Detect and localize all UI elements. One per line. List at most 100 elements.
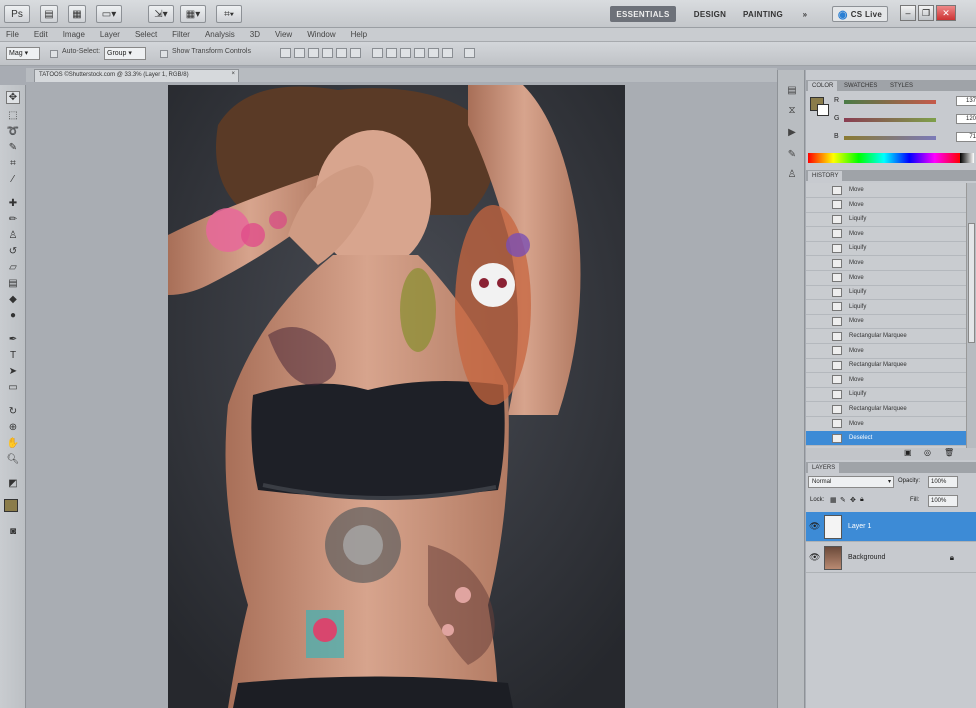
menu-layer[interactable]: Layer bbox=[100, 30, 120, 39]
default-colors-icon[interactable]: ◩ bbox=[6, 477, 20, 490]
pen-tool-icon[interactable]: ✒ bbox=[6, 333, 20, 346]
history-state[interactable]: Deselect bbox=[806, 431, 966, 447]
menu-help[interactable]: Help bbox=[351, 30, 367, 39]
align-hcenter-icon[interactable] bbox=[336, 48, 347, 58]
canvas-area[interactable] bbox=[27, 83, 777, 708]
clone-stamp-tool-icon[interactable]: ♙ bbox=[6, 229, 20, 242]
workspace-essentials[interactable]: ESSENTIALS bbox=[610, 6, 676, 22]
color-panel-background-swatch[interactable] bbox=[817, 104, 829, 116]
shape-tool-icon[interactable]: ▭ bbox=[6, 381, 20, 394]
show-transform-checkbox[interactable] bbox=[160, 50, 168, 58]
distribute-hcenter-icon[interactable] bbox=[428, 48, 439, 58]
menu-edit[interactable]: Edit bbox=[34, 30, 48, 39]
tab-color[interactable]: COLOR bbox=[808, 81, 838, 91]
align-right-icon[interactable] bbox=[350, 48, 361, 58]
align-top-icon[interactable] bbox=[280, 48, 291, 58]
menu-3d[interactable]: 3D bbox=[250, 30, 260, 39]
red-track[interactable] bbox=[844, 100, 936, 104]
distribute-bottom-icon[interactable] bbox=[400, 48, 411, 58]
auto-select-checkbox[interactable] bbox=[50, 50, 58, 58]
close-button[interactable]: ✕ bbox=[936, 5, 956, 21]
menu-filter[interactable]: Filter bbox=[172, 30, 190, 39]
zoom-tool-icon[interactable]: 🔍︎ bbox=[6, 453, 20, 466]
history-state[interactable]: Move bbox=[806, 271, 966, 286]
dodge-tool-icon[interactable]: ● bbox=[6, 309, 20, 322]
document-tab[interactable]: TATOOS ©Shutterstock.com @ 33.3% (Layer … bbox=[34, 69, 239, 82]
history-state[interactable]: Liquify bbox=[806, 300, 966, 315]
black-white-ramp[interactable] bbox=[960, 153, 974, 163]
red-slider[interactable]: R 137 bbox=[834, 96, 976, 107]
history-state[interactable]: Liquify bbox=[806, 387, 966, 403]
color-spectrum-ramp[interactable] bbox=[808, 153, 960, 163]
menu-window[interactable]: Window bbox=[307, 30, 335, 39]
history-brush-tool-icon[interactable]: ↺ bbox=[6, 245, 20, 258]
blur-tool-icon[interactable]: ◆ bbox=[6, 293, 20, 306]
history-scroll-thumb[interactable] bbox=[968, 223, 975, 343]
crop-tool-icon[interactable]: ⌗ bbox=[6, 157, 20, 170]
align-left-icon[interactable] bbox=[322, 48, 333, 58]
layer-row-background[interactable]: 👁︎ Background 🔒︎ bbox=[806, 543, 976, 573]
history-state[interactable]: Rectangular Marquee bbox=[806, 358, 966, 374]
tab-history[interactable]: HISTORY bbox=[808, 171, 843, 181]
tool-preset-picker[interactable]: Mag ▾ bbox=[6, 47, 40, 60]
history-state[interactable]: Rectangular Marquee bbox=[806, 329, 966, 344]
bridge-icon[interactable]: ▤ bbox=[40, 5, 58, 23]
green-slider[interactable]: G 120 bbox=[834, 114, 976, 125]
align-vcenter-icon[interactable] bbox=[294, 48, 305, 58]
opacity-field[interactable]: 100% bbox=[928, 476, 958, 488]
zoom-level-icon[interactable]: ⇲▾ bbox=[148, 5, 174, 23]
marquee-tool-icon[interactable]: ⬚ bbox=[6, 109, 20, 122]
distribute-vcenter-icon[interactable] bbox=[386, 48, 397, 58]
eyedropper-tool-icon[interactable]: ⁄ bbox=[6, 173, 20, 186]
blue-slider[interactable]: B 71 bbox=[834, 132, 976, 143]
workspace-more[interactable]: » bbox=[798, 6, 812, 22]
mini-bridge-panel-icon[interactable]: ▤ bbox=[785, 84, 799, 97]
menu-file[interactable]: File bbox=[6, 30, 19, 39]
new-document-from-state-icon[interactable]: ▣ bbox=[904, 448, 912, 457]
history-state[interactable]: Liquify bbox=[806, 212, 966, 228]
tab-swatches[interactable]: SWATCHES bbox=[840, 81, 881, 91]
eraser-tool-icon[interactable]: ▱ bbox=[6, 261, 20, 274]
tab-layers[interactable]: LAYERS bbox=[808, 463, 840, 473]
blue-value-field[interactable]: 71 bbox=[956, 132, 976, 142]
workspace-painting[interactable]: PAINTING bbox=[738, 6, 788, 22]
distribute-right-icon[interactable] bbox=[442, 48, 453, 58]
menu-image[interactable]: Image bbox=[63, 30, 85, 39]
lasso-tool-icon[interactable]: ➰ bbox=[6, 125, 20, 138]
history-state[interactable]: Move bbox=[806, 344, 966, 359]
mini-bridge-icon[interactable]: ▦ bbox=[68, 5, 86, 23]
new-snapshot-icon[interactable]: ◎ bbox=[924, 448, 931, 457]
tab-styles[interactable]: STYLES bbox=[886, 81, 917, 91]
screen-mode-icon[interactable]: ▭▾ bbox=[96, 5, 122, 23]
cs-live-button[interactable]: ◉ CS Live bbox=[832, 6, 888, 22]
actions-panel-icon[interactable]: ▶ bbox=[785, 126, 799, 139]
menu-select[interactable]: Select bbox=[135, 30, 157, 39]
menu-view[interactable]: View bbox=[275, 30, 292, 39]
distribute-left-icon[interactable] bbox=[414, 48, 425, 58]
foreground-color-swatch[interactable] bbox=[4, 499, 18, 512]
type-tool-icon[interactable]: T bbox=[6, 349, 20, 362]
fill-field[interactable]: 100% bbox=[928, 495, 958, 507]
menu-analysis[interactable]: Analysis bbox=[205, 30, 235, 39]
move-tool-icon[interactable]: ✥ bbox=[6, 91, 20, 104]
quick-select-tool-icon[interactable]: ✎ bbox=[6, 141, 20, 154]
history-panel-icon[interactable]: ⧖ bbox=[785, 104, 799, 117]
lock-all-icon[interactable]: 🔒︎ bbox=[860, 496, 864, 504]
auto-align-icon[interactable] bbox=[464, 48, 475, 58]
history-scrollbar[interactable] bbox=[966, 183, 976, 448]
history-state[interactable]: Move bbox=[806, 373, 966, 388]
blend-mode-dropdown[interactable]: Normal ▾ bbox=[808, 476, 894, 488]
lock-position-icon[interactable]: ✥ bbox=[850, 496, 856, 504]
hand-tool-icon[interactable]: ✋ bbox=[6, 437, 20, 450]
auto-select-dropdown[interactable]: Group ▾ bbox=[104, 47, 146, 60]
minimize-button[interactable]: – bbox=[900, 5, 916, 21]
screen-arrange-icon[interactable]: ⌗▾ bbox=[216, 5, 242, 23]
history-state[interactable]: Rectangular Marquee bbox=[806, 402, 966, 417]
layer-row-layer-1[interactable]: 👁︎ Layer 1 bbox=[806, 512, 976, 542]
brush-panel-icon[interactable]: ✎ bbox=[785, 148, 799, 161]
history-state[interactable]: Move bbox=[806, 256, 966, 271]
photoshop-logo[interactable]: Ps bbox=[4, 5, 30, 23]
blue-track[interactable] bbox=[844, 136, 936, 140]
history-state[interactable]: Move bbox=[806, 227, 966, 242]
gradient-tool-icon[interactable]: ▤ bbox=[6, 277, 20, 290]
